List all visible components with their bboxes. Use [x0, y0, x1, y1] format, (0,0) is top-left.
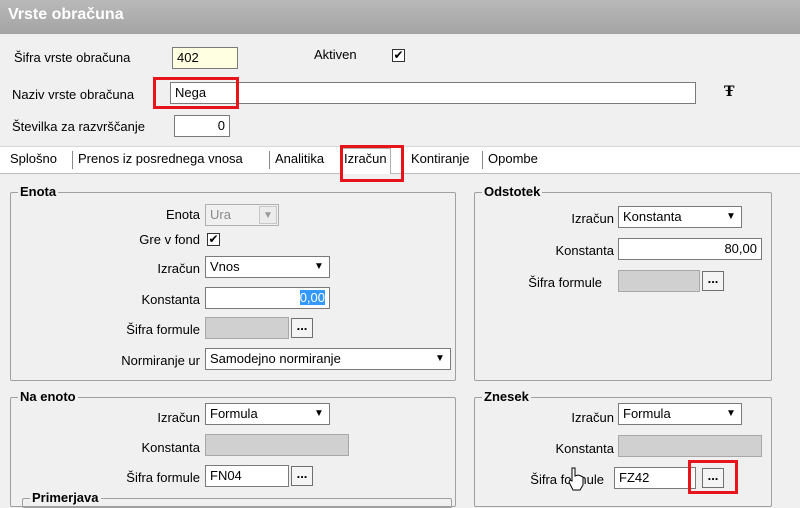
- znesek-calc-label: Izračun: [571, 410, 614, 425]
- tab-separator: [72, 151, 73, 169]
- odstotek-calc-value: Konstanta: [623, 209, 682, 224]
- sort-field[interactable]: 0: [174, 115, 230, 137]
- na-enoto-const-field[interactable]: [205, 434, 349, 456]
- group-enota-title: Enota: [18, 184, 59, 199]
- na-enoto-formula-button[interactable]: ...: [291, 466, 313, 486]
- code-field[interactable]: 402: [172, 47, 238, 69]
- unit-label: Enota: [166, 207, 200, 222]
- enota-const-value: 0,00: [299, 290, 325, 305]
- odstotek-formula-field[interactable]: [618, 270, 700, 292]
- font-icon[interactable]: Ŧ: [724, 84, 734, 100]
- enota-formula-button[interactable]: ...: [291, 318, 313, 338]
- chevron-down-icon: ▼: [435, 353, 445, 364]
- odstotek-const-field[interactable]: 80,00: [618, 238, 762, 260]
- znesek-formula-button[interactable]: ...: [702, 468, 724, 488]
- tab-prenos[interactable]: Prenos iz posrednega vnosa: [78, 151, 243, 166]
- tab-analitika[interactable]: Analitika: [275, 151, 324, 166]
- group-na-enoto-title: Na enoto: [18, 389, 78, 404]
- group-odstotek-title: Odstotek: [482, 184, 543, 199]
- enota-formula-field[interactable]: [205, 317, 289, 339]
- fund-checkbox[interactable]: ✔: [207, 233, 220, 246]
- enota-calc-combo[interactable]: Vnos ▼: [205, 256, 330, 278]
- window-title: Vrste obračuna: [0, 0, 800, 34]
- unit-value: Ura: [210, 207, 231, 222]
- odstotek-formula-button[interactable]: ...: [702, 271, 724, 291]
- odstotek-formula-label: Šifra formule: [528, 275, 602, 290]
- chevron-down-icon: ▼: [259, 206, 277, 224]
- active-label: Aktiven: [314, 47, 357, 62]
- enota-formula-label: Šifra formule: [126, 322, 200, 337]
- tab-izracun[interactable]: Izračun: [340, 148, 391, 174]
- na-enoto-calc-combo[interactable]: Formula ▼: [205, 403, 330, 425]
- tab-splosno[interactable]: Splošno: [10, 151, 57, 166]
- fund-label: Gre v fond: [139, 232, 200, 247]
- chevron-down-icon: ▼: [726, 211, 736, 222]
- tab-opombe[interactable]: Opombe: [488, 151, 538, 166]
- tab-kontiranje[interactable]: Kontiranje: [411, 151, 470, 166]
- enota-const-label: Konstanta: [141, 292, 200, 307]
- enota-const-field[interactable]: 0,00: [205, 287, 330, 309]
- enota-calc-label: Izračun: [157, 261, 200, 276]
- znesek-calc-combo[interactable]: Formula ▼: [618, 403, 742, 425]
- norm-value: Samodejno normiranje: [210, 351, 341, 366]
- odstotek-const-label: Konstanta: [555, 243, 614, 258]
- chevron-down-icon: ▼: [314, 408, 324, 419]
- znesek-formula-field[interactable]: FZ42: [614, 467, 696, 489]
- na-enoto-calc-label: Izračun: [157, 410, 200, 425]
- na-enoto-formula-label: Šifra formule: [126, 470, 200, 485]
- znesek-formula-label: Šifra formule: [530, 472, 604, 487]
- norm-label: Normiranje ur: [121, 353, 200, 368]
- znesek-const-field[interactable]: [618, 435, 762, 457]
- na-enoto-formula-field[interactable]: FN04: [205, 465, 289, 487]
- code-label: Šifra vrste obračuna: [14, 50, 131, 65]
- tab-separator: [269, 151, 270, 169]
- znesek-calc-value: Formula: [623, 406, 671, 421]
- enota-calc-value: Vnos: [210, 259, 240, 274]
- znesek-const-label: Konstanta: [555, 441, 614, 456]
- unit-combo[interactable]: Ura ▼: [205, 204, 279, 226]
- mouse-cursor-icon: [568, 467, 584, 491]
- name-field[interactable]: Nega: [170, 82, 696, 104]
- name-label: Naziv vrste obračuna: [12, 87, 135, 102]
- group-primerjava-title: Primerjava: [30, 490, 101, 505]
- group-znesek-title: Znesek: [482, 389, 531, 404]
- na-enoto-calc-value: Formula: [210, 406, 258, 421]
- chevron-down-icon: ▼: [314, 261, 324, 272]
- chevron-down-icon: ▼: [726, 408, 736, 419]
- sort-label: Številka za razvrščanje: [12, 119, 145, 134]
- tab-separator: [482, 151, 483, 169]
- odstotek-calc-combo[interactable]: Konstanta ▼: [618, 206, 742, 228]
- norm-combo[interactable]: Samodejno normiranje ▼: [205, 348, 451, 370]
- active-checkbox[interactable]: ✔: [392, 49, 405, 62]
- odstotek-calc-label: Izračun: [571, 211, 614, 226]
- na-enoto-const-label: Konstanta: [141, 440, 200, 455]
